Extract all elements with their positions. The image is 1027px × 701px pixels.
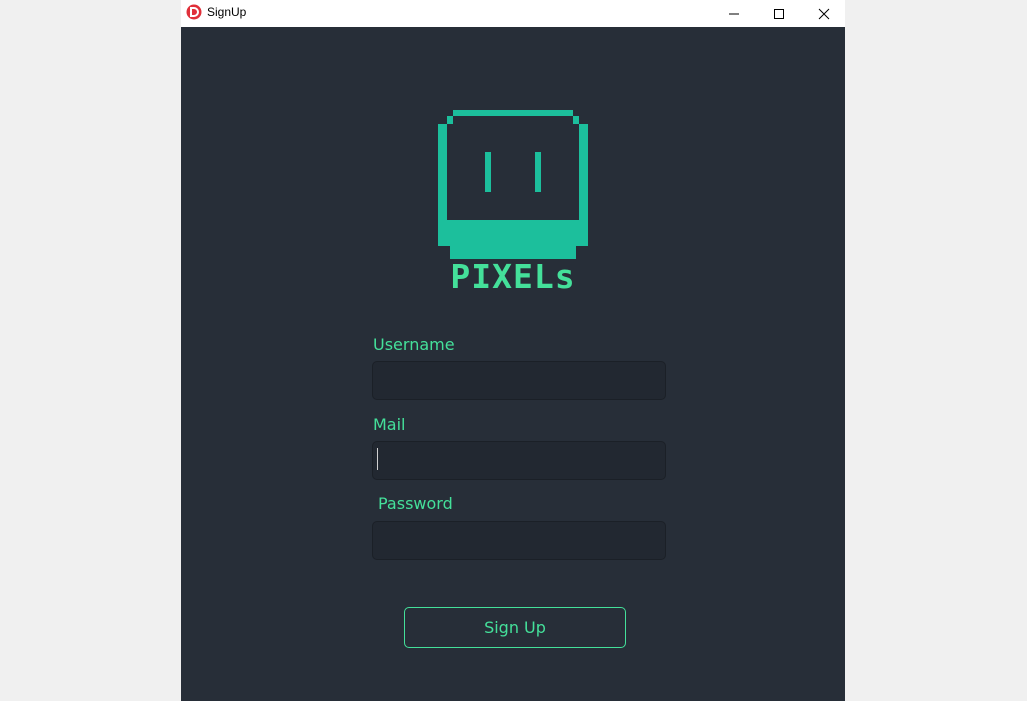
minimize-icon	[729, 13, 739, 14]
username-input[interactable]	[372, 361, 666, 400]
window-title: SignUp	[207, 5, 247, 19]
title-bar: SignUp	[181, 0, 845, 27]
signup-window: SignUp PIXELs Username Mail Password Sig…	[181, 0, 845, 701]
password-input[interactable]	[372, 521, 666, 560]
mail-input[interactable]	[372, 441, 666, 480]
pixel-face-logo	[438, 110, 588, 259]
close-icon	[818, 8, 830, 19]
text-cursor	[377, 448, 378, 470]
app-logo-icon	[186, 4, 202, 20]
maximize-icon	[774, 8, 784, 19]
password-label: Password	[378, 494, 453, 513]
sign-up-button[interactable]: Sign Up	[404, 607, 626, 648]
maximize-button[interactable]	[756, 0, 802, 27]
close-button[interactable]	[801, 0, 847, 27]
brand-name: PIXELs	[450, 257, 576, 296]
minimize-button[interactable]	[711, 0, 757, 27]
mail-label: Mail	[373, 415, 406, 434]
username-label: Username	[373, 335, 455, 354]
